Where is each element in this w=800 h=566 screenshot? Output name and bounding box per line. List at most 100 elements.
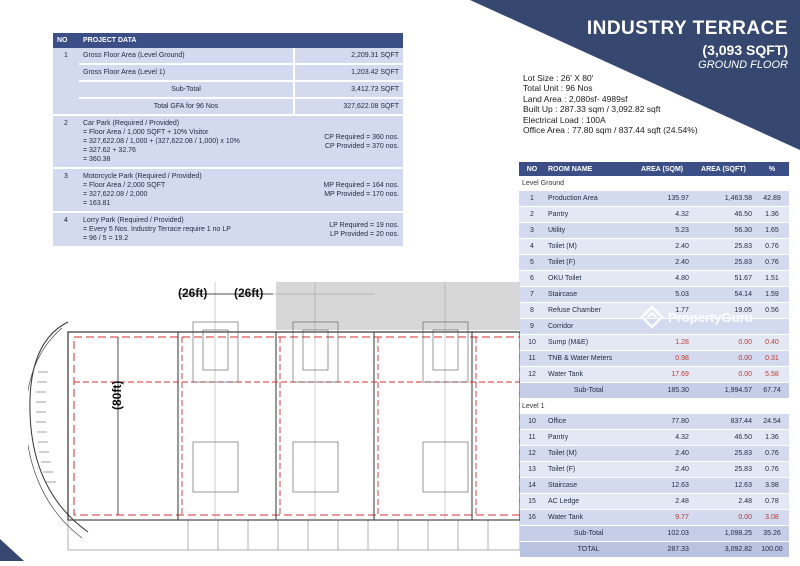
room-no: 7 bbox=[519, 286, 545, 303]
ground-subtotal-sqm: 185.30 bbox=[632, 382, 692, 399]
table-row: 10 Office 77.80 837.44 24.54 bbox=[519, 413, 789, 430]
room-area-sqm: 4.80 bbox=[632, 270, 692, 287]
corner-decoration bbox=[0, 539, 24, 561]
level1-subtotal-sqm: 102.03 bbox=[632, 525, 692, 542]
room-no: 10 bbox=[519, 334, 545, 351]
table-row: 12 Water Tank 17.69 0.00 5.58 bbox=[519, 366, 789, 383]
motorcycle-park-result: MP Required = 164 nos. MP Provided = 170… bbox=[294, 168, 403, 213]
ground-subtotal: Sub-Total 185.30 1,994.57 67.74 bbox=[519, 382, 789, 399]
room-area-sqft: 46.50 bbox=[691, 206, 755, 223]
dimension-width-b: (26ft) bbox=[234, 286, 264, 300]
room-name: AC Ledge bbox=[545, 493, 633, 510]
watermark-text: PropertyGuru bbox=[668, 309, 753, 325]
room-area-table: NO ROOM NAME AREA (SQM) AREA (SQFT) % Le… bbox=[519, 162, 789, 558]
col-project-data: PROJECT DATA bbox=[79, 33, 403, 48]
table-row: 2 Pantry 4.32 46.50 1.36 bbox=[519, 206, 789, 223]
table-row: 4 Toilet (M) 2.40 25.83 0.76 bbox=[519, 238, 789, 255]
grand-total-sqm: 287.33 bbox=[632, 541, 692, 558]
propertyguru-logo-icon bbox=[640, 305, 664, 329]
room-area-sqft: 0.00 bbox=[691, 509, 755, 526]
room-name: Utility bbox=[545, 222, 633, 239]
room-percent: 42.89 bbox=[754, 190, 789, 207]
room-area-sqm: 4.32 bbox=[632, 206, 692, 223]
room-percent: 0.56 bbox=[754, 302, 789, 319]
room-percent: 0.31 bbox=[754, 350, 789, 367]
row-label: Gross Floor Area (Level Ground) bbox=[79, 48, 294, 65]
room-name: Water Tank bbox=[545, 366, 633, 383]
room-percent: 0.76 bbox=[754, 238, 789, 255]
row-value: 1,203.42 SQFT bbox=[293, 64, 403, 82]
room-no: 5 bbox=[519, 254, 545, 271]
lorry-park-calc: Lorry Park (Required / Provided) = Every… bbox=[79, 212, 294, 248]
room-area-sqft: 46.50 bbox=[691, 429, 755, 446]
room-name: TNB & Water Meters bbox=[545, 350, 633, 367]
page-title: INDUSTRY TERRACE bbox=[586, 18, 788, 39]
room-percent: 0.76 bbox=[754, 254, 789, 271]
room-no: 16 bbox=[519, 509, 545, 526]
room-no: 13 bbox=[519, 461, 545, 478]
project-data-table: NO PROJECT DATA 1 Gross Floor Area (Leve… bbox=[53, 33, 403, 248]
col-no: NO bbox=[53, 33, 79, 48]
grand-total-percent: 100.00 bbox=[754, 541, 789, 558]
room-name: Refuse Chamber bbox=[545, 302, 633, 319]
room-name: Toilet (F) bbox=[545, 461, 633, 478]
table-row: 2 Car Park (Required / Provided) = Floor… bbox=[53, 115, 403, 169]
room-name: Toilet (M) bbox=[545, 445, 633, 462]
ground-subtotal-percent: 67.74 bbox=[754, 382, 789, 399]
room-percent: 1.36 bbox=[754, 429, 789, 446]
land-area: Land Area : 2,080sf- 4989sf bbox=[523, 93, 628, 104]
room-no: 12 bbox=[519, 366, 545, 383]
room-no: 8 bbox=[519, 302, 545, 319]
motorcycle-park-calc: Motorcycle Park (Required / Provided) = … bbox=[79, 168, 294, 213]
room-percent bbox=[754, 318, 789, 335]
room-name: Staircase bbox=[545, 477, 633, 494]
table-row: 11 TNB & Water Meters 0.98 0.00 0.31 bbox=[519, 350, 789, 367]
lorry-park-result: LP Required = 19 nos. LP Provided = 20 n… bbox=[294, 212, 403, 248]
room-percent: 0.78 bbox=[754, 493, 789, 510]
table-row: 13 Toilet (F) 2.40 25.83 0.76 bbox=[519, 461, 789, 478]
room-name: Water Tank bbox=[545, 509, 633, 526]
room-area-sqm: 12.63 bbox=[632, 477, 692, 494]
room-name: OKU Toilet bbox=[545, 270, 633, 287]
room-area-sqft: 2.48 bbox=[691, 493, 755, 510]
section-label: Level 1 bbox=[519, 398, 789, 414]
table-row: 4 Lorry Park (Required / Provided) = Eve… bbox=[53, 212, 403, 248]
row-no: 4 bbox=[53, 212, 79, 248]
row-value: 3,412.73 SQFT bbox=[293, 81, 403, 99]
watermark: PropertyGuru bbox=[640, 305, 753, 329]
room-area-sqm: 77.80 bbox=[632, 413, 692, 430]
level1-subtotal-sqft: 1,098.25 bbox=[691, 525, 755, 542]
room-area-sqm: 0.98 bbox=[632, 350, 692, 367]
grand-total-sqft: 3,092.82 bbox=[691, 541, 755, 558]
row-value: 2,209.31 SQFT bbox=[293, 48, 403, 65]
table-row: Sub-Total 3,412.73 SQFT bbox=[53, 81, 403, 99]
room-area-sqm: 1.28 bbox=[632, 334, 692, 351]
total-unit: Total Unit : 96 Nos bbox=[523, 83, 593, 94]
office-area: Office Area : 77.80 sqm / 837.44 sqft (2… bbox=[523, 125, 698, 136]
blank-cell bbox=[519, 525, 545, 542]
room-area-sqft: 25.83 bbox=[691, 445, 755, 462]
dimension-width-a: (26ft) bbox=[178, 286, 208, 300]
col-room-name: ROOM NAME bbox=[545, 162, 633, 176]
level1-subtotal-percent: 35.26 bbox=[754, 525, 789, 542]
unit-size: (3,093 SQFT) bbox=[702, 42, 788, 58]
room-no: 6 bbox=[519, 270, 545, 287]
row-no: 2 bbox=[53, 115, 79, 169]
dimension-depth: (80ft) bbox=[110, 380, 124, 410]
floor-plan-drawing bbox=[25, 282, 521, 561]
col-area-sqft: AREA (SQFT) bbox=[691, 162, 755, 176]
table-row: 16 Water Tank 9.77 0.00 3.08 bbox=[519, 509, 789, 526]
room-name: Office bbox=[545, 413, 633, 430]
table-row: 12 Toilet (M) 2.40 25.83 0.76 bbox=[519, 445, 789, 462]
floor-label: GROUND FLOOR bbox=[698, 59, 788, 71]
room-name: Pantry bbox=[545, 206, 633, 223]
room-no: 1 bbox=[519, 190, 545, 207]
unit-specs: Lot Size : 26' X 80' Total Unit : 96 Nos… bbox=[523, 73, 698, 135]
table-row: 14 Staircase 12.63 12.63 3.98 bbox=[519, 477, 789, 494]
room-area-sqft: 25.83 bbox=[691, 461, 755, 478]
room-percent: 24.54 bbox=[754, 413, 789, 430]
room-percent: 0.76 bbox=[754, 445, 789, 462]
car-park-calc: Car Park (Required / Provided) = Floor A… bbox=[79, 115, 294, 169]
row-label: Sub-Total bbox=[79, 81, 294, 99]
floor-plan bbox=[25, 282, 521, 561]
